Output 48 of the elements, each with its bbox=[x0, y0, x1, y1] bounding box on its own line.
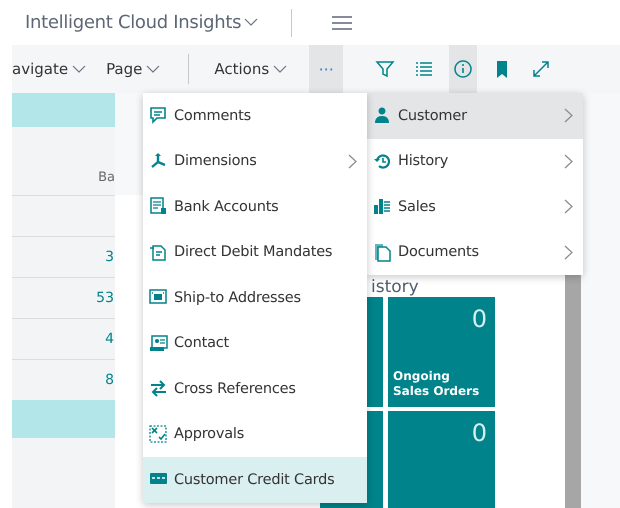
contact-card-icon bbox=[149, 334, 168, 353]
documents-icon bbox=[373, 242, 392, 262]
column-header[interactable]: Ba bbox=[98, 170, 115, 185]
tile-value: 0 bbox=[470, 305, 487, 333]
table-cell[interactable]: 4 bbox=[105, 331, 114, 347]
document-icon bbox=[149, 242, 168, 262]
tile[interactable]: 0 Ongoing Sales Orders bbox=[388, 297, 495, 407]
branch-arrows-icon bbox=[149, 152, 168, 171]
app-title[interactable]: Intelligent Cloud Insights bbox=[25, 12, 258, 33]
menu-icon[interactable] bbox=[332, 16, 352, 30]
menu-item[interactable]: Customer bbox=[367, 93, 583, 138]
filter-icon bbox=[375, 59, 396, 79]
menu-item[interactable]: Customer Credit Cards bbox=[143, 457, 367, 502]
chevron-down-icon bbox=[146, 64, 160, 74]
expand-icon bbox=[531, 59, 552, 79]
tile-label: Ongoing Sales Orders bbox=[393, 369, 480, 399]
document-icon bbox=[149, 197, 168, 216]
menu-button[interactable]: Actions bbox=[204, 45, 298, 93]
menu-item[interactable]: Documents bbox=[367, 230, 583, 275]
bar-chart-icon bbox=[373, 197, 392, 216]
menu-item[interactable]: Dimensions bbox=[143, 138, 367, 184]
menu-button[interactable]: avigate bbox=[12, 45, 96, 93]
menu-item[interactable]: Ship-to Addresses bbox=[143, 275, 367, 320]
chevron-down-icon bbox=[72, 64, 86, 74]
menu-item[interactable]: Comments bbox=[143, 93, 367, 138]
table-cell[interactable]: 3 bbox=[105, 249, 114, 265]
menu-item[interactable]: Bank Accounts bbox=[143, 184, 367, 230]
swap-arrows-icon bbox=[149, 379, 168, 398]
menu-button[interactable]: Page bbox=[96, 45, 170, 93]
menu-item[interactable]: Sales bbox=[367, 184, 583, 230]
tile[interactable]: 0 bbox=[388, 411, 495, 508]
info-icon bbox=[453, 59, 474, 79]
info-button[interactable] bbox=[449, 45, 478, 93]
menu-item[interactable]: Direct Debit Mandates bbox=[143, 230, 367, 275]
menu-item[interactable]: Approvals bbox=[143, 412, 367, 457]
table-cell[interactable]: 53 bbox=[96, 290, 114, 306]
speech-bubble-icon bbox=[149, 106, 168, 126]
section-heading: istory bbox=[371, 277, 420, 297]
table-cell[interactable]: 8 bbox=[105, 372, 114, 388]
tile-value: 0 bbox=[470, 419, 487, 447]
menu-item[interactable]: Contact bbox=[143, 320, 367, 366]
person-icon bbox=[373, 106, 392, 126]
checklist-icon bbox=[149, 424, 168, 444]
menu-item[interactable]: Cross References bbox=[143, 366, 367, 412]
chevron-down-icon bbox=[273, 64, 288, 74]
menu-item[interactable]: History bbox=[367, 138, 583, 184]
chevron-down-icon bbox=[244, 18, 258, 27]
history-icon bbox=[373, 152, 392, 171]
